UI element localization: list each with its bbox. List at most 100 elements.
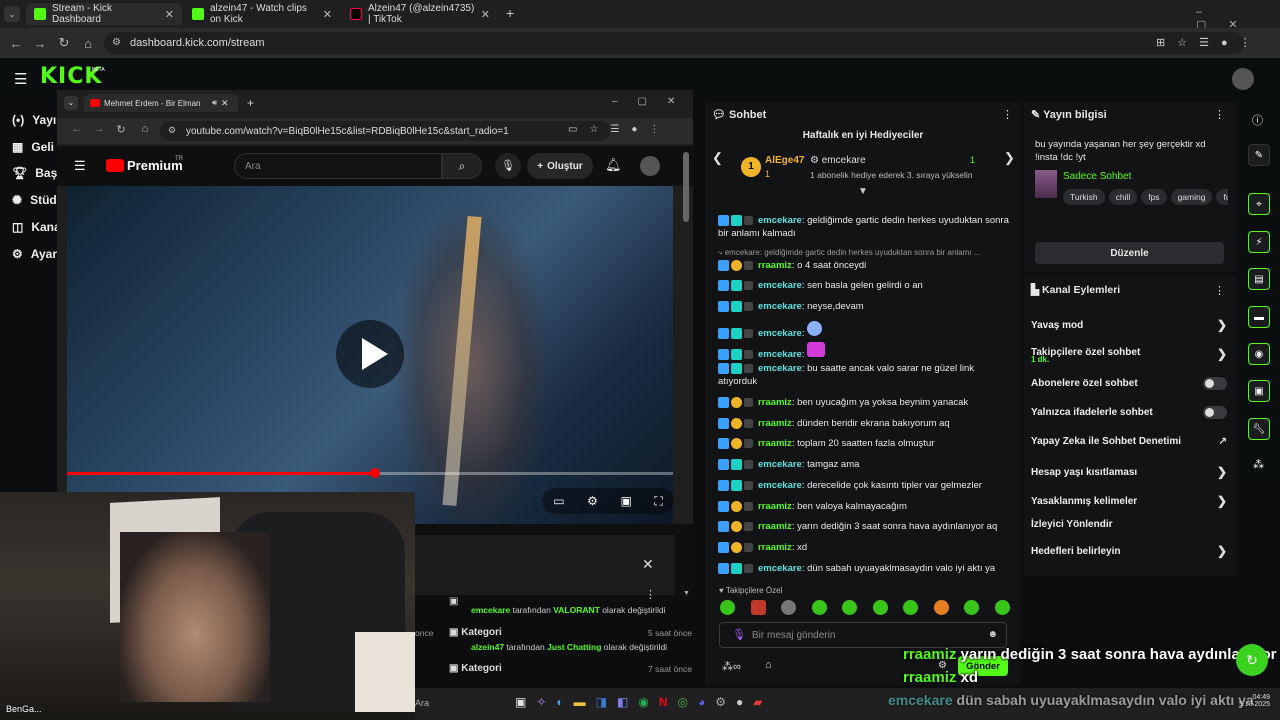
tag[interactable]: Turkish [1063, 189, 1105, 205]
copilot-icon[interactable]: ✧ [536, 695, 546, 709]
emote-bar[interactable] [720, 600, 1010, 615]
theater-icon[interactable]: ▣ [620, 494, 631, 508]
chat-message[interactable]: emcekare: [718, 321, 1014, 340]
emote-icon[interactable] [720, 600, 735, 615]
nav-item-stream[interactable]: (•) Yayı [12, 113, 56, 127]
toggle-switch[interactable] [1203, 406, 1227, 419]
popup-tab[interactable]: Mehmet Erdem - Bir Elman 🔊︎ ✕ [84, 94, 238, 112]
gifter-name[interactable]: AlEge47 [765, 155, 804, 166]
tag[interactable]: chill [1108, 189, 1138, 205]
document-icon[interactable]: ▤ [1248, 268, 1270, 290]
back-icon[interactable]: ← [65, 123, 89, 135]
username[interactable]: emcekare [758, 328, 802, 339]
youtube-search-input[interactable]: Ara [234, 153, 442, 179]
activity-category[interactable]: Just Chatting [547, 642, 601, 652]
username[interactable]: rraamiz [758, 438, 792, 449]
site-info-icon[interactable]: ⚙ [112, 37, 121, 48]
chat-bubble-icon[interactable]: ▬ [1248, 306, 1270, 328]
popup-tab-search[interactable]: ⌄ [64, 96, 78, 110]
emote-icon[interactable] [903, 600, 919, 615]
username[interactable]: rraamiz [758, 501, 792, 512]
chrome-icon[interactable]: ◎ [678, 695, 688, 709]
chat-message[interactable]: rraamiz: o 4 saat önceydi [718, 259, 1014, 272]
gear-icon[interactable]: ⚙ [587, 494, 598, 508]
chat-menu-icon[interactable]: ⋮ [1002, 108, 1013, 121]
chat-message[interactable]: rraamiz: ben valoya kalmayacağım [718, 500, 1014, 513]
edge-icon[interactable]: ◐ [556, 695, 563, 709]
new-tab-button[interactable]: + [247, 96, 254, 110]
store-icon[interactable]: ⌂ [765, 659, 772, 671]
action-account-age[interactable]: Hesap yaşı kısıtlaması ❯ [1031, 465, 1227, 479]
chat-message[interactable]: rraamiz: dünden beridir ekrana bakıyorum… [718, 417, 1014, 430]
gifter-name-2[interactable]: ⚙ emcekare [810, 155, 866, 166]
emoji-icon[interactable]: ☻ [987, 629, 998, 640]
username[interactable]: rraamiz [758, 521, 792, 532]
chat-message[interactable]: emcekare: derecelide çok kasıntı tipler … [718, 479, 1014, 492]
chat-message[interactable]: rraamiz: toplam 20 saatten fazla olmuştu… [718, 437, 1014, 450]
tab-kick-clips[interactable]: alzein47 - Watch clips on Kick ✕ [184, 3, 340, 25]
tag[interactable]: fps [1141, 189, 1167, 205]
more-icon[interactable]: ⁂ [1253, 458, 1264, 471]
outlook-icon[interactable]: ◨ [596, 695, 607, 709]
username[interactable]: emcekare [758, 363, 802, 374]
taskview-icon[interactable]: ▣ [515, 695, 526, 709]
chat-message[interactable]: emcekare: sen basla gelen gelirdi o an [718, 279, 1014, 292]
back-icon[interactable]: ← [4, 36, 28, 51]
edit-button[interactable]: Düzenle [1035, 242, 1224, 264]
tab-search-button[interactable]: ⌄ [4, 6, 20, 22]
chat-message[interactable]: emcekare: [718, 342, 1014, 361]
close-icon[interactable]: ✕ [642, 556, 654, 573]
menu-icon[interactable]: ☰ [74, 158, 86, 174]
explorer-icon[interactable]: ▬ [574, 695, 586, 709]
layout-icon[interactable]: ▣ [1248, 380, 1270, 402]
username[interactable]: emcekare [758, 349, 802, 360]
action-banned-words[interactable]: Yasaklanmış kelimeler ❯ [1031, 494, 1227, 508]
tab-tiktok[interactable]: Alzein47 (@alzein4735) | TikTok ✕ [342, 3, 498, 25]
youtube-logo-icon[interactable] [106, 159, 124, 172]
spotify-icon[interactable]: ◉ [638, 695, 648, 709]
activity-category[interactable]: VALORANT [553, 605, 600, 615]
toggle-switch[interactable] [1203, 377, 1227, 390]
home-icon[interactable]: ⌂ [133, 123, 157, 135]
category-name[interactable]: Sadece Sohbet [1063, 171, 1131, 182]
chat-message[interactable]: rraamiz: yarın dediğin 3 saat sonra hava… [718, 520, 1014, 533]
username[interactable]: emcekare [758, 301, 802, 312]
home-icon[interactable]: ⌂ [76, 36, 100, 51]
info-icon[interactable]: ⓘ [1252, 112, 1263, 128]
scroll-down-icon[interactable]: ▼ [683, 590, 690, 597]
username[interactable]: rraamiz [758, 260, 792, 271]
close-icon[interactable]: ✕ [165, 8, 174, 21]
points-icon[interactable]: ⁂∞ [722, 660, 741, 673]
search-icon[interactable]: ⌕ [442, 153, 482, 179]
emote-icon[interactable] [781, 600, 797, 615]
obs-icon[interactable]: ● [736, 695, 743, 709]
nav-item-earnings[interactable]: ▦ Geli [12, 140, 54, 154]
next-gifter-icon[interactable]: ❯ [1004, 150, 1015, 166]
username[interactable]: emcekare [758, 459, 802, 470]
chat-message[interactable]: rraamiz: xd [718, 541, 1014, 554]
forward-icon[interactable]: → [28, 36, 52, 51]
emote-icon[interactable] [811, 600, 827, 615]
popup-window-controls[interactable]: –▢✕ [612, 96, 695, 107]
nav-item-settings[interactable]: ⚙ Ayar [12, 247, 57, 261]
emote-icon[interactable] [964, 600, 980, 615]
reload-icon[interactable]: ↻ [109, 123, 133, 136]
netflix-icon[interactable]: N [659, 695, 668, 709]
prev-gifter-icon[interactable]: ❮ [712, 150, 723, 166]
action-emotes-only[interactable]: Yalnızca ifadelerle sohbet [1031, 406, 1227, 419]
mic-icon[interactable]: 🎙︎ [732, 628, 746, 641]
popup-address-bar[interactable]: ⚙ youtube.com/watch?v=BiqB0lHe15c&list=R… [160, 121, 610, 141]
action-host[interactable]: İzleyici Yönlendir [1031, 519, 1227, 530]
create-button[interactable]: + Oluştur [527, 153, 593, 179]
browser-toolbar-icons[interactable]: ⊞☆☰●⋮ [1156, 36, 1263, 49]
play-button[interactable] [336, 320, 404, 388]
nav-item-studio[interactable]: ✺ Stüd [12, 193, 57, 207]
chat-message[interactable]: emcekare: bu saatte ancak valo sarar ne … [718, 362, 1014, 388]
username[interactable]: emcekare [758, 563, 802, 574]
chat-message[interactable]: emcekare: neyse,devam [718, 300, 1014, 313]
action-subscribers-only[interactable]: Abonelere özel sohbet [1031, 377, 1227, 390]
address-bar[interactable]: ⚙ dashboard.kick.com/stream [104, 32, 1244, 54]
emote-icon[interactable] [842, 600, 858, 615]
action-ai-moderation[interactable]: Yapay Zeka ile Sohbet Denetimi ↗ [1031, 436, 1227, 447]
emote-icon[interactable] [994, 600, 1010, 615]
